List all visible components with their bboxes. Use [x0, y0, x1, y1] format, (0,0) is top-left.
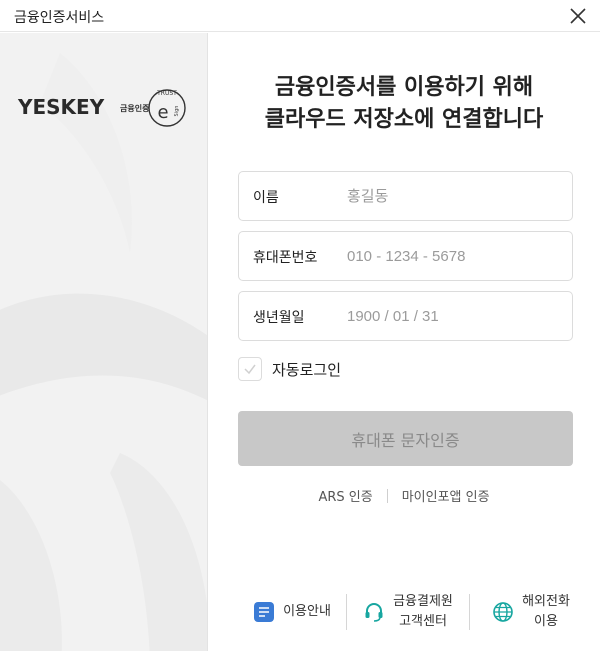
heading-line-1: 금융인증서를 이용하기 위해 — [274, 75, 534, 100]
badge-top-text: TRUST — [156, 90, 177, 97]
globe-icon — [493, 602, 513, 622]
trust-esign-badge: TRUST e Sign — [148, 89, 186, 127]
link-divider — [386, 489, 388, 503]
title-bar: 금융인증서비스 — [0, 0, 600, 32]
logo-brand: YESKEY — [18, 95, 105, 119]
sms-verify-button[interactable]: 휴대폰 문자인증 — [238, 411, 573, 466]
phone-label: 휴대폰번호 — [253, 250, 318, 266]
customer-center-label: 금융결제원 고객센터 — [393, 592, 453, 632]
birthdate-field: 생년월일 — [238, 291, 573, 341]
birthdate-label: 생년월일 — [253, 310, 305, 326]
name-label: 이름 — [253, 190, 279, 206]
window-title: 금융인증서비스 — [14, 10, 105, 26]
badge-e-text: e — [157, 102, 168, 123]
heading-line-2: 클라우드 저장소에 연결합니다 — [264, 107, 544, 132]
yeskey-logo: YESKEY 금융인증 TRUST e Sign — [16, 85, 192, 129]
customer-center-line-2: 고객센터 — [399, 614, 447, 629]
document-icon — [254, 602, 275, 622]
auto-login-checkbox[interactable]: 자동로그인 — [238, 356, 341, 382]
name-field: 이름 — [238, 171, 573, 221]
overseas-call-line-1: 해외전화 — [522, 594, 570, 609]
footer-links: 이용안내 금융결제원 고객센터 해외전화 이용 — [238, 590, 592, 634]
auto-login-label: 자동로그인 — [272, 360, 342, 379]
alt-auth-links: ARS 인증 마이인포앱 인증 — [208, 486, 600, 505]
ars-auth-link[interactable]: ARS 인증 — [318, 490, 372, 505]
left-panel: YESKEY 금융인증 TRUST e Sign — [0, 33, 208, 651]
phone-field: 휴대폰번호 — [238, 231, 573, 281]
phone-input[interactable] — [347, 244, 557, 268]
customer-center-line-1: 금융결제원 — [393, 594, 453, 609]
badge-sign-text: Sign — [174, 106, 180, 117]
overseas-call-line-2: 이용 — [534, 614, 558, 629]
overseas-call-label: 해외전화 이용 — [522, 592, 570, 632]
headset-icon — [365, 603, 383, 622]
customer-center-link[interactable]: 금융결제원 고객센터 — [347, 590, 469, 634]
name-input[interactable] — [347, 184, 557, 208]
usage-guide-link[interactable]: 이용안내 — [238, 590, 346, 634]
checkbox-box[interactable] — [238, 357, 262, 381]
check-icon — [244, 364, 256, 375]
page-heading: 금융인증서를 이용하기 위해 클라우드 저장소에 연결합니다 — [208, 72, 600, 136]
overseas-call-link[interactable]: 해외전화 이용 — [470, 590, 592, 634]
close-icon[interactable] — [566, 4, 590, 28]
myinfo-app-auth-link[interactable]: 마이인포앱 인증 — [402, 490, 490, 505]
birthdate-input[interactable] — [347, 304, 557, 328]
usage-guide-label: 이용안내 — [283, 604, 331, 619]
